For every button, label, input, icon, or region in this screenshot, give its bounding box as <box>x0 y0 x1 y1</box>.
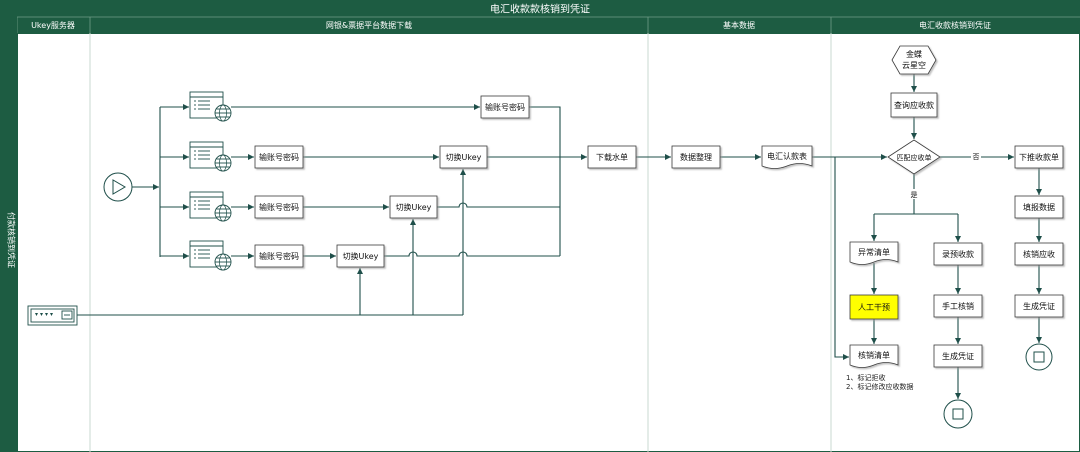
node-generate-voucher-right: 生成凭证 <box>1014 294 1064 318</box>
node-label: 输账号密码 <box>259 152 299 162</box>
globe-icon <box>214 253 232 271</box>
node-label: 云星空 <box>902 60 926 70</box>
node-label: 人工干预 <box>858 302 890 312</box>
node-label: 生成凭证 <box>942 351 974 361</box>
node-label: 核销应收 <box>1023 249 1055 259</box>
globe-icon <box>214 204 232 222</box>
node-erp-system: 金蝶 云星空 <box>891 45 937 75</box>
node-query-receivable: 查询应收款 <box>890 92 938 118</box>
node-download-statement: 下载水单 <box>587 145 637 169</box>
node-manual-writeoff: 手工核销 <box>933 294 983 318</box>
node-branch4-ukey: 切换Ukey <box>336 244 385 268</box>
node-label: 异常清单 <box>858 247 890 257</box>
note-line: 2、标记修改应收数据 <box>846 382 913 391</box>
node-push-receipt: 下推收款单 <box>1014 145 1064 169</box>
node-record-prepayment: 录预收款 <box>933 242 983 266</box>
edge-label: 是 <box>911 191 918 199</box>
ukey-server-icon <box>27 305 78 326</box>
globe-icon <box>214 154 232 172</box>
node-label: 下推收款单 <box>1019 152 1059 162</box>
lane-label: 付款核销到凭证 <box>7 212 17 268</box>
node-branch4-password: 输账号密码 <box>254 244 304 268</box>
flowchart-canvas: 电汇收款款核销到凭证 Ukey服务器 网银&票据平台数据下载 基本数据 电汇收款… <box>0 0 1080 452</box>
end-node-middle <box>943 399 973 429</box>
node-branch3-ukey: 切换Ukey <box>389 195 438 219</box>
node-label: 填报数据 <box>1023 202 1055 212</box>
globe-icon <box>214 104 232 122</box>
note-line: 1、标记拒收 <box>846 373 885 382</box>
node-organize-data: 数据整理 <box>671 145 721 169</box>
end-node-right <box>1025 343 1053 371</box>
node-label: 查询应收款 <box>894 100 934 110</box>
node-label: 电汇认款表 <box>767 151 807 161</box>
node-label: 切换Ukey <box>343 251 379 261</box>
node-label: 输账号密码 <box>259 202 299 212</box>
node-branch2-ukey: 切换Ukey <box>439 145 488 169</box>
diagram-title: 电汇收款款核销到凭证 <box>490 3 590 16</box>
node-label: 金蝶 <box>906 49 922 59</box>
node-label: 数据整理 <box>680 152 712 162</box>
node-branch1-password: 输账号密码 <box>480 95 530 119</box>
node-label: 录预收款 <box>942 249 974 259</box>
edge-label-no: 否 <box>971 151 981 161</box>
node-label: 手工核销 <box>942 301 974 311</box>
column-header-basic-data: 基本数据 <box>723 20 755 30</box>
node-label: 下载水单 <box>596 152 628 162</box>
node-writeoff-receivable: 核销应收 <box>1014 242 1064 266</box>
column-header-writeoff: 电汇收款核销到凭证 <box>919 20 991 30</box>
node-label: 切换Ukey <box>446 152 482 162</box>
node-label: 切换Ukey <box>396 202 432 212</box>
node-fill-data: 填报数据 <box>1014 195 1064 219</box>
node-branch3-password: 输账号密码 <box>254 195 304 219</box>
start-node <box>103 172 133 202</box>
node-generate-voucher-middle: 生成凭证 <box>933 344 983 368</box>
header: 电汇收款款核销到凭证 Ukey服务器 网银&票据平台数据下载 基本数据 电汇收款… <box>0 0 1080 33</box>
node-label: 核销清单 <box>858 350 890 360</box>
edge-label: 否 <box>973 153 980 161</box>
column-header-ukey-server: Ukey服务器 <box>31 20 75 30</box>
node-manual-intervention: 人工干预 <box>849 294 899 320</box>
node-label: 输账号密码 <box>259 251 299 261</box>
column-header-platform-download: 网银&票据平台数据下载 <box>326 20 412 30</box>
node-branch2-password: 输账号密码 <box>254 145 304 169</box>
node-label: 输账号密码 <box>485 102 525 112</box>
node-label: 匹配应收单 <box>897 153 932 162</box>
edge-label-yes: 是 <box>909 189 919 199</box>
node-label: 生成凭证 <box>1023 301 1055 311</box>
